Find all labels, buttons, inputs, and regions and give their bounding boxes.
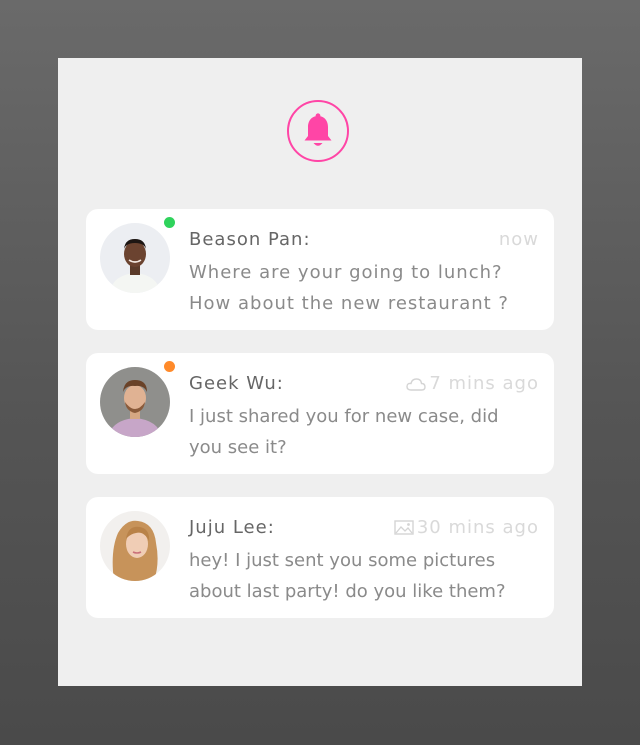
away-status-dot xyxy=(164,361,175,372)
notifications-panel: Beason Pan: now Where are your going to … xyxy=(58,58,582,686)
bell-icon xyxy=(304,113,332,146)
notification-bell-button[interactable] xyxy=(287,100,349,162)
message-time: 7 mins ago xyxy=(406,373,539,394)
sender-name: Juju Lee: xyxy=(189,517,275,538)
online-status-dot xyxy=(164,217,175,228)
message-card-beason-pan[interactable]: Beason Pan: now Where are your going to … xyxy=(86,209,554,330)
image-icon xyxy=(394,520,414,535)
message-card-juju-lee[interactable]: Juju Lee: 30 mins ago hey! I just sent y… xyxy=(86,497,554,618)
message-text: I just shared you for new case, did you … xyxy=(189,406,499,458)
avatar[interactable] xyxy=(100,367,170,437)
sender-name: Geek Wu: xyxy=(189,373,284,394)
message-text: Where are your going to lunch? How about… xyxy=(189,262,509,314)
avatar[interactable] xyxy=(100,223,170,293)
message-time: now xyxy=(498,229,539,250)
message-text: hey! I just sent you some pictures about… xyxy=(189,550,506,602)
cloud-icon xyxy=(406,377,427,391)
message-card-geek-wu[interactable]: Geek Wu: 7 mins ago I just shared you fo… xyxy=(86,353,554,474)
message-time: 30 mins ago xyxy=(394,517,539,538)
avatar[interactable] xyxy=(100,511,170,581)
sender-name: Beason Pan: xyxy=(189,229,311,250)
